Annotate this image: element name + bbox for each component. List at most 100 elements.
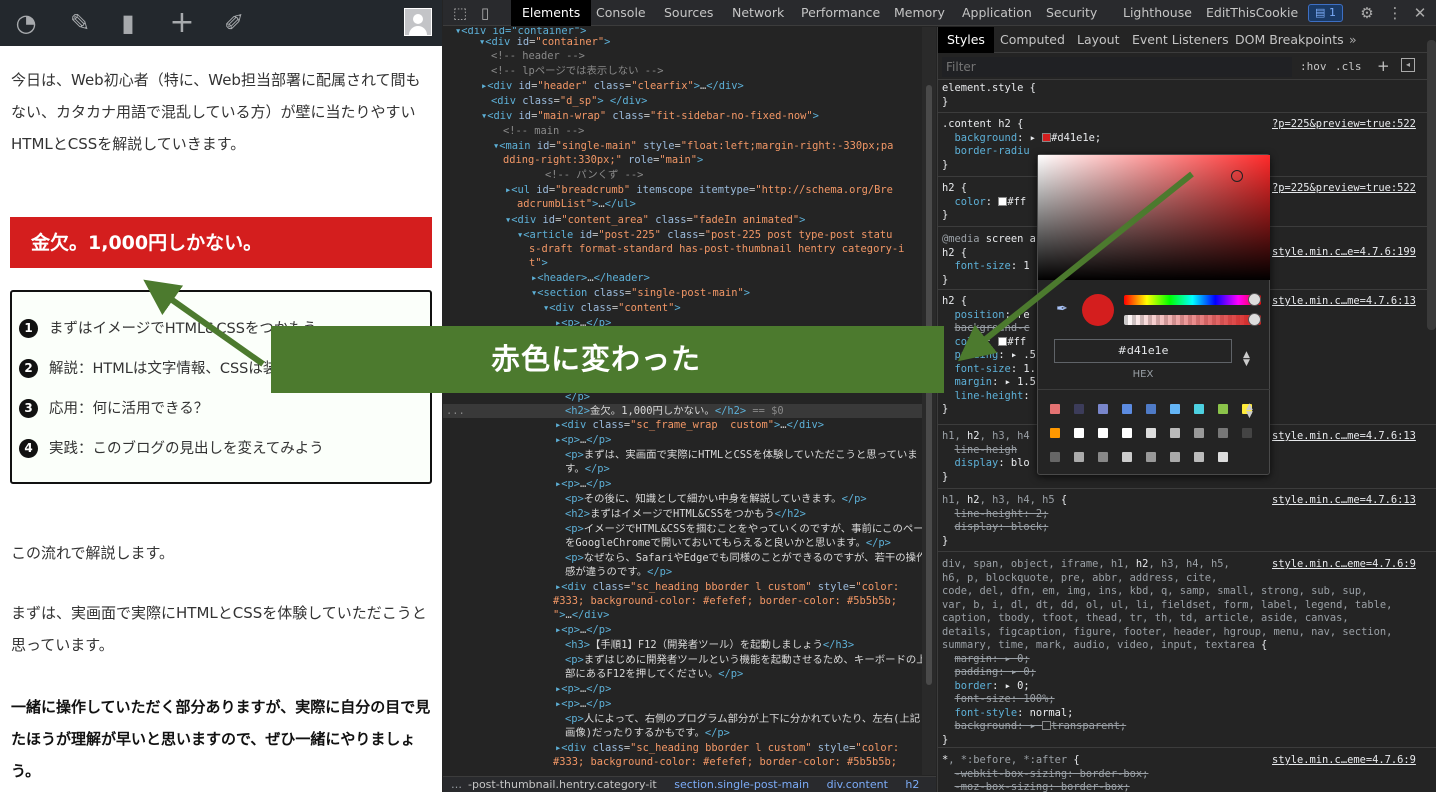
rule-headings-reset[interactable]: h1, h2, h3, h4, h5 { line-height: 2; dis…: [942, 494, 1067, 548]
tree-line[interactable]: ▸<p>…</p>: [555, 682, 611, 696]
settings-gear-icon[interactable]: ⚙: [1358, 4, 1376, 22]
rule-h2-color[interactable]: h2 { color: #ff }: [942, 182, 1026, 223]
rule-source-link[interactable]: style.min.c…me=4.7.6:13: [1272, 430, 1416, 444]
tree-line[interactable]: ▾<div id="content_area" class="fadeIn an…: [505, 213, 805, 227]
tab-elements[interactable]: Elements: [511, 0, 592, 26]
tree-line[interactable]: <p>イメージでHTML&CSSを掴むことをやっていくのですが、事前にこのページ: [565, 522, 923, 536]
rule-global-reset[interactable]: div, span, object, iframe, h1, h2, h3, h…: [942, 558, 1392, 747]
inspect-element-icon[interactable]: ⬚: [451, 4, 469, 22]
tree-line[interactable]: ▸<header>…</header>: [531, 271, 650, 285]
palette-swatch[interactable]: [1194, 404, 1204, 414]
palette-swatch[interactable]: [1050, 428, 1060, 438]
palette-swatch[interactable]: [1050, 404, 1060, 414]
tree-line[interactable]: ▸<ul id="breadcrumb" itemscope itemtype=…: [505, 183, 893, 197]
rule-source-link[interactable]: ?p=225&preview=true:522: [1272, 118, 1416, 132]
palette-swatch[interactable]: [1122, 404, 1132, 414]
styles-scroll-thumb[interactable]: [1427, 40, 1436, 330]
toggle-sidebar-icon[interactable]: ◂: [1401, 58, 1415, 72]
tree-line[interactable]: ▸<p>…</p>: [555, 623, 611, 637]
more-tabs-icon[interactable]: »: [1349, 27, 1357, 53]
tree-line[interactable]: ▸<div class="sc_heading bborder l custom…: [555, 580, 899, 594]
tree-line[interactable]: <!-- パンくず -->: [545, 168, 643, 182]
palette-swatch[interactable]: [1074, 428, 1084, 438]
tree-line[interactable]: 部にあるF12を押してください。</p>: [565, 667, 743, 681]
tree-line[interactable]: <!-- header -->: [491, 49, 585, 63]
palette-swatch[interactable]: [1218, 452, 1228, 462]
tree-line[interactable]: 画像)だったりするかもです。</p>: [565, 726, 730, 740]
palette-swatch[interactable]: [1170, 452, 1180, 462]
tab-security[interactable]: Security: [1046, 0, 1097, 26]
tree-line[interactable]: ▸<div class="sc_frame_wrap custom">…</di…: [555, 418, 824, 432]
tree-line[interactable]: す。</p>: [565, 462, 610, 476]
tree-line[interactable]: <p>まずはじめに開発者ツールという機能を起動させるため、キーボードの上: [565, 653, 923, 667]
breadcrumb-item[interactable]: -post-thumbnail.hentry.category-it: [468, 778, 657, 791]
dom-tree[interactable]: ▾<div id="container"> ▾<div id="containe…: [443, 27, 923, 775]
tree-line[interactable]: t">: [529, 256, 548, 270]
palette-swatch[interactable]: [1122, 452, 1132, 462]
tree-line[interactable]: <!-- main -->: [503, 124, 584, 138]
rule-h2-position[interactable]: h2 { position: re background-c color: #f…: [942, 295, 1036, 417]
tree-line[interactable]: #333; background-color: #efefef; border-…: [553, 594, 897, 608]
rule-content-h2[interactable]: .content h2 { background: ▸ #d41e1e; bor…: [942, 118, 1101, 159]
hex-input[interactable]: #d41e1e: [1054, 339, 1232, 363]
tree-line[interactable]: ▾<div id="container">: [479, 35, 610, 49]
tab-memory[interactable]: Memory: [894, 0, 945, 26]
tree-line[interactable]: <h3>【手順1】F12（開発者ツール）を起動しましょう</h3>: [565, 638, 854, 652]
new-rule-plus-icon[interactable]: +: [1377, 57, 1390, 75]
rule-source-link[interactable]: style.min.c…me=4.7.6:13: [1272, 295, 1416, 309]
tree-line[interactable]: ▾<div class="content">: [543, 301, 681, 315]
format-toggle-icon[interactable]: ▲ ▼: [1243, 351, 1250, 368]
palette-swatch[interactable]: [1170, 428, 1180, 438]
tree-line[interactable]: ▸<p>…</p>: [555, 477, 611, 491]
rule-source-link[interactable]: style.min.c…eme=4.7.6:9: [1272, 558, 1416, 572]
rule-source-link[interactable]: style.min.c…eme=4.7.6:9: [1272, 754, 1416, 768]
tree-line[interactable]: #333; background-color: #efefef; border-…: [553, 755, 897, 769]
palette-swatch[interactable]: [1194, 428, 1204, 438]
tab-lighthouse[interactable]: Lighthouse: [1123, 0, 1192, 26]
toc-item[interactable]: 3 応用：何に活用できる？: [19, 397, 208, 421]
palette-swatch[interactable]: [1194, 452, 1204, 462]
tree-line[interactable]: ▾<article id="post-225" class="post-225 …: [517, 228, 892, 242]
rule-h1-h2-h3[interactable]: h1, h2, h3, h4 line-heigh display: blo }: [942, 430, 1030, 484]
tree-line[interactable]: ▸<div class="sc_heading bborder l custom…: [555, 741, 899, 755]
breadcrumb-item[interactable]: div.content: [827, 778, 888, 791]
rule-source-link[interactable]: style.min.c…me=4.7.6:13: [1272, 494, 1416, 508]
tree-line[interactable]: 感が違うのです。</p>: [565, 565, 672, 579]
message-badge[interactable]: ▤ 1: [1308, 4, 1343, 22]
toc-item[interactable]: 2 解説：HTMLは文字情報、CSSは装飾: [19, 357, 292, 381]
tab-event-listeners[interactable]: Event Listeners: [1132, 27, 1229, 53]
tree-line[interactable]: ▾<div id="main-wrap" class="fit-sidebar-…: [481, 109, 819, 123]
tree-line[interactable]: ▸<div id="header" class="clearfix">…</di…: [481, 79, 744, 93]
tree-line[interactable]: adcrumbList">…</ul>: [517, 197, 636, 211]
tree-line[interactable]: <p>人によって、右側のプログラム部分が上下に分かれていたり、左右(上記: [565, 712, 920, 726]
tree-line[interactable]: をGoogleChromeで開いておいてもらえると良いかと思います。</p>: [565, 536, 891, 550]
breadcrumb-item[interactable]: h2: [905, 778, 919, 791]
tab-layout[interactable]: Layout: [1077, 27, 1120, 53]
device-toolbar-icon[interactable]: ▯: [476, 4, 494, 22]
breadcrumb-item[interactable]: section.single-post-main: [674, 778, 809, 791]
color-handle[interactable]: [1231, 170, 1243, 182]
more-menu-icon[interactable]: ⋮: [1386, 4, 1404, 22]
comments-icon[interactable]: ▮: [112, 8, 144, 38]
palette-swatch[interactable]: [1098, 428, 1108, 438]
alpha-slider[interactable]: [1124, 315, 1261, 325]
palette-swatch[interactable]: [1098, 404, 1108, 414]
hov-toggle[interactable]: :hov: [1300, 60, 1327, 73]
palette-swatch[interactable]: [1218, 404, 1228, 414]
tab-editthiscookie[interactable]: EditThisCookie: [1206, 0, 1298, 26]
dashboard-icon[interactable]: ◔: [10, 8, 42, 38]
tree-line[interactable]: <p>その後に、知識として細かい中身を解説していきます。</p>: [565, 492, 867, 506]
rule-element-style[interactable]: element.style { }: [942, 82, 1036, 109]
tab-console[interactable]: Console: [596, 0, 646, 26]
cls-toggle[interactable]: .cls: [1335, 60, 1362, 73]
tab-performance[interactable]: Performance: [801, 0, 880, 26]
tab-application[interactable]: Application: [962, 0, 1032, 26]
tree-line[interactable]: dding-right:330px;" role="main">: [503, 153, 703, 167]
palette-swatch[interactable]: [1146, 452, 1156, 462]
tab-sources[interactable]: Sources: [664, 0, 713, 26]
breadcrumb-ellipsis[interactable]: …: [443, 778, 468, 791]
edit-pencil-icon[interactable]: ✐: [218, 8, 250, 38]
tab-network[interactable]: Network: [732, 0, 784, 26]
tree-line[interactable]: ">…</div>: [553, 608, 609, 622]
palette-swatch[interactable]: [1098, 452, 1108, 462]
